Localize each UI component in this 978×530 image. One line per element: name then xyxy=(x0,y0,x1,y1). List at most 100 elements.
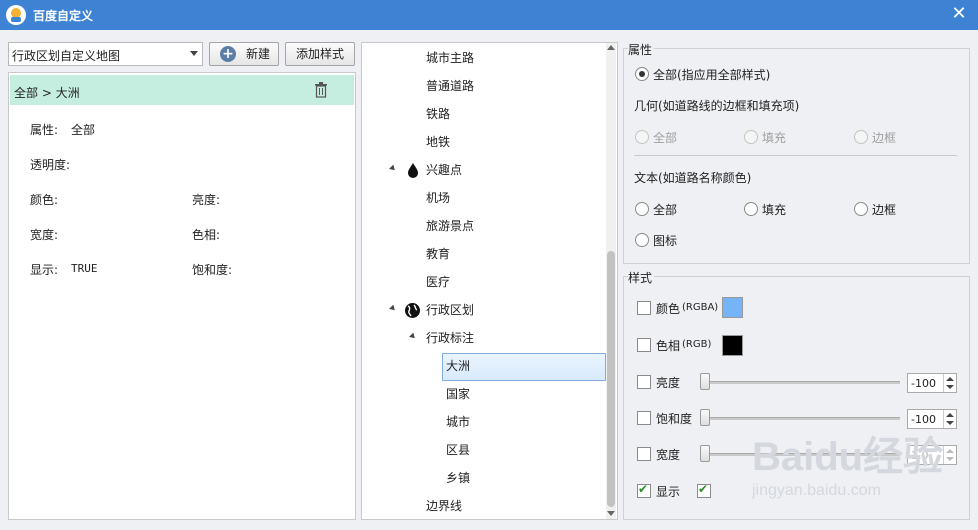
hue-style-label: 色相 xyxy=(656,339,681,353)
breadcrumb[interactable]: 全部 > 大洲 xyxy=(10,75,354,105)
saturation-label: 饱和度: xyxy=(192,263,233,277)
attributes-title: 属性 xyxy=(628,41,655,58)
tree-item[interactable]: 城市 xyxy=(446,412,470,432)
tree-item[interactable]: 行政区划 xyxy=(426,300,474,320)
brightness-label: 亮度: xyxy=(192,193,221,207)
window-title: 百度自定义 xyxy=(33,9,94,23)
brightness-slider-thumb[interactable] xyxy=(700,373,710,390)
attr-value: 全部 xyxy=(71,123,96,137)
tree-item[interactable]: 地铁 xyxy=(426,132,450,152)
title-bar: 百度自定义 ✕ xyxy=(0,0,978,30)
radio-all-styles-label: 全部(指应用全部样式) xyxy=(653,68,771,82)
radio-text-icon-label: 图标 xyxy=(653,234,678,248)
new-button[interactable]: + 新建 xyxy=(209,42,279,66)
radio-all-styles[interactable] xyxy=(635,67,649,81)
brightness-stepper[interactable]: -100 xyxy=(907,373,957,393)
radio-text-icon[interactable] xyxy=(635,233,649,247)
drop-icon xyxy=(408,163,418,178)
tree-item[interactable]: 旅游景点 xyxy=(426,216,474,236)
tree-item[interactable]: 区县 xyxy=(446,440,470,460)
text-label: 文本(如道路名称颜色) xyxy=(634,171,752,185)
feature-tree: 城市主路 普通道路 铁路 地铁 兴趣点 机场 旅游景点 教育 医疗 行政区划 行… xyxy=(361,42,618,520)
scroll-down-icon[interactable] xyxy=(607,511,615,516)
display-value: TRUE xyxy=(71,262,98,275)
watermark-text: Baidu经验 xyxy=(752,435,944,479)
width-slider-thumb[interactable] xyxy=(700,445,710,462)
scroll-thumb[interactable] xyxy=(607,251,615,507)
attr-label: 属性: xyxy=(30,123,59,137)
tree-item[interactable]: 边界线 xyxy=(426,496,462,516)
add-style-button[interactable]: 添加样式 xyxy=(285,42,355,66)
hue-label: 色相: xyxy=(192,228,221,242)
divider xyxy=(634,155,957,156)
tree-item[interactable]: 普通道路 xyxy=(426,76,474,96)
color-mode-label: (RGBA) xyxy=(682,302,719,313)
radio-geometry-fill-label: 填充 xyxy=(762,131,787,145)
tree-item[interactable]: 行政标注 xyxy=(426,328,474,348)
radio-geometry-fill[interactable] xyxy=(744,130,758,144)
radio-text-fill[interactable] xyxy=(744,202,758,216)
display-checkbox[interactable] xyxy=(637,482,651,498)
trash-icon[interactable] xyxy=(314,82,328,98)
tree-item[interactable]: 教育 xyxy=(426,244,450,264)
radio-geometry-border[interactable] xyxy=(854,130,868,144)
style-title: 样式 xyxy=(628,269,655,286)
saturation-slider-thumb[interactable] xyxy=(700,409,710,426)
saturation-style-label: 饱和度 xyxy=(656,412,693,426)
watermark-sub: jingyan.baidu.com xyxy=(752,482,881,499)
breadcrumb-text: 全部 > 大洲 xyxy=(14,86,80,100)
scroll-up-icon[interactable] xyxy=(607,45,615,50)
radio-text-all-label: 全部 xyxy=(653,203,678,217)
hue-mode-label: (RGB) xyxy=(682,339,712,350)
saturation-slider-track[interactable] xyxy=(702,417,900,420)
saturation-checkbox[interactable] xyxy=(637,411,651,425)
display-style-label: 显示 xyxy=(656,485,681,499)
radio-geometry-all[interactable] xyxy=(635,130,649,144)
expand-triangle-icon[interactable] xyxy=(409,332,417,341)
tree-item-selected[interactable]: 大洲 xyxy=(446,356,470,376)
color-label: 颜色: xyxy=(30,193,59,207)
tree-item[interactable]: 国家 xyxy=(446,384,470,404)
stepper-arrows[interactable] xyxy=(943,374,956,392)
tree-scrollbar[interactable] xyxy=(606,43,616,519)
color-swatch[interactable] xyxy=(722,297,743,318)
display-label: 显示: xyxy=(30,263,59,277)
map-select[interactable]: 行政区划自定义地图 xyxy=(8,42,203,66)
map-select-value: 行政区划自定义地图 xyxy=(12,49,121,63)
width-label: 宽度: xyxy=(30,228,59,242)
hue-swatch[interactable] xyxy=(722,335,743,356)
radio-text-border[interactable] xyxy=(854,202,868,216)
radio-text-fill-label: 填充 xyxy=(762,203,787,217)
width-checkbox[interactable] xyxy=(637,447,651,461)
hue-checkbox[interactable] xyxy=(637,338,651,352)
radio-text-all[interactable] xyxy=(635,202,649,216)
attributes-group: 属性 全部(指应用全部样式) 几何(如道路线的边框和填充项) 全部 填充 边框 … xyxy=(623,41,970,264)
chevron-down-icon xyxy=(190,51,198,56)
geometry-label: 几何(如道路线的边框和填充项) xyxy=(634,99,800,113)
tree-item[interactable]: 医疗 xyxy=(426,272,450,292)
globe-icon xyxy=(405,303,420,318)
tree-item[interactable]: 兴趣点 xyxy=(426,160,462,180)
brightness-style-label: 亮度 xyxy=(656,376,681,390)
style-list-panel: 全部 > 大洲 属性: 全部 透明度: 颜色: 亮度: 宽度: 色相: 显示: … xyxy=(8,72,356,520)
expand-triangle-icon[interactable] xyxy=(389,164,397,173)
tree-item[interactable]: 机场 xyxy=(426,188,450,208)
up-arrow-icon[interactable] xyxy=(946,377,954,381)
close-icon[interactable]: ✕ xyxy=(948,3,970,25)
radio-geometry-border-label: 边框 xyxy=(872,131,897,145)
color-checkbox[interactable] xyxy=(637,301,651,315)
plus-icon: + xyxy=(220,46,236,62)
radio-text-border-label: 边框 xyxy=(872,203,897,217)
tree-item[interactable]: 城市主路 xyxy=(426,48,474,68)
new-button-label: 新建 xyxy=(246,47,271,61)
tree-item[interactable]: 乡镇 xyxy=(446,468,470,488)
brightness-checkbox[interactable] xyxy=(637,375,651,389)
display-value-checkbox[interactable] xyxy=(697,482,711,498)
expand-triangle-icon[interactable] xyxy=(389,304,397,313)
brightness-slider-track[interactable] xyxy=(702,381,900,384)
tree-item[interactable]: 铁路 xyxy=(426,104,450,124)
brightness-value: -100 xyxy=(911,377,936,390)
up-arrow-icon[interactable] xyxy=(946,413,954,417)
app-logo-icon xyxy=(6,5,26,25)
down-arrow-icon[interactable] xyxy=(946,385,954,389)
